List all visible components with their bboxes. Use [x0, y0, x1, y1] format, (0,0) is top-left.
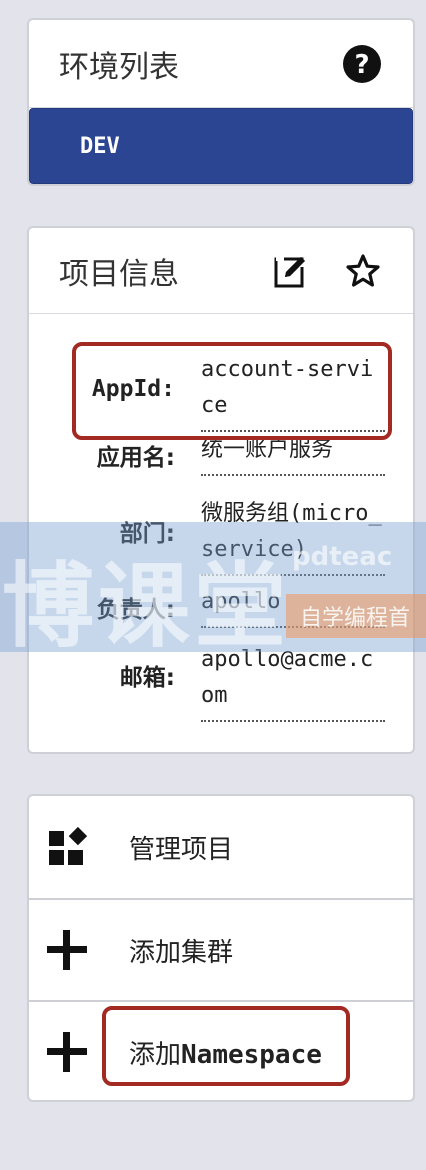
question-circle-icon[interactable]: ? — [341, 43, 383, 85]
email-value: apollo@acme.com — [201, 642, 385, 722]
department-label: 部门: — [119, 521, 175, 547]
project-info-header: 项目信息 — [29, 228, 413, 314]
environment-item-label: DEV — [80, 133, 120, 159]
project-info-title: 项目信息 — [59, 256, 179, 292]
owner-value: apollo — [201, 584, 385, 628]
owner-label: 负责人: — [96, 597, 175, 623]
add-namespace-highlight-box — [102, 1006, 350, 1086]
manage-project-button[interactable]: 管理项目 — [29, 796, 413, 898]
project-info-panel: 项目信息 AppId: account-service 应用名: 统一账户服务 … — [27, 226, 415, 754]
manage-project-label: 管理项目 — [129, 834, 234, 865]
environment-panel-title: 环境列表 — [59, 49, 179, 85]
department-value: 微服务组(micro_service) — [201, 496, 385, 576]
environment-panel-header: 环境列表 ? — [29, 20, 413, 108]
svg-text:?: ? — [354, 50, 369, 80]
appid-highlight-box — [72, 342, 392, 440]
environment-item-dev[interactable]: DEV — [29, 108, 413, 184]
plus-icon — [47, 1032, 87, 1072]
project-info-actions — [271, 251, 383, 291]
add-cluster-label: 添加集群 — [129, 937, 234, 968]
environment-panel: 环境列表 ? DEV — [27, 18, 415, 186]
plus-icon — [47, 930, 87, 970]
grid-shapes-icon — [47, 827, 87, 867]
edit-icon[interactable] — [271, 251, 311, 291]
add-cluster-button[interactable]: 添加集群 — [29, 898, 413, 1000]
app-name-label: 应用名: — [96, 445, 175, 471]
email-label: 邮箱: — [119, 665, 175, 691]
star-icon[interactable] — [343, 251, 383, 291]
